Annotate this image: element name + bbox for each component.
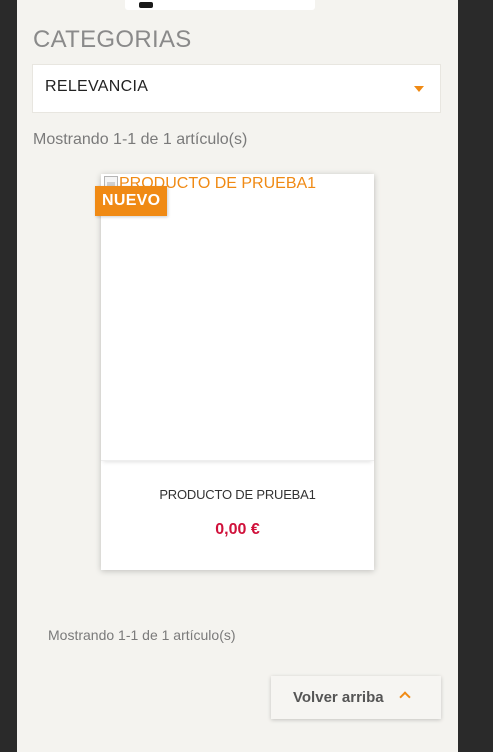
page-viewport: CATEGORIAS RELEVANCIA Mostrando 1-1 de 1…	[17, 0, 458, 752]
new-badge: NUEVO	[95, 186, 168, 216]
chevron-up-icon	[399, 691, 411, 703]
results-count-top: Mostrando 1-1 de 1 artículo(s)	[33, 131, 248, 148]
page-title: CATEGORIAS	[33, 26, 192, 53]
site-logo[interactable]	[125, 0, 315, 12]
product-card[interactable]: PRODUCTO DE PRUEBA1 NUEVO PRODUCTO DE PR…	[95, 174, 374, 570]
product-image[interactable]: PRODUCTO DE PRUEBA1	[101, 174, 374, 461]
product-price: 0,00 €	[215, 521, 260, 538]
sort-selected-value: RELEVANCIA	[45, 78, 149, 95]
product-name-link[interactable]: PRODUCTO DE PRUEBA1	[101, 487, 374, 502]
sort-select[interactable]: RELEVANCIA	[32, 64, 441, 113]
results-count-bottom: Mostrando 1-1 de 1 artículo(s)	[48, 627, 236, 643]
back-to-top-button[interactable]: Volver arriba	[271, 676, 441, 719]
back-to-top-label: Volver arriba	[293, 689, 384, 706]
caret-down-icon	[414, 86, 424, 92]
